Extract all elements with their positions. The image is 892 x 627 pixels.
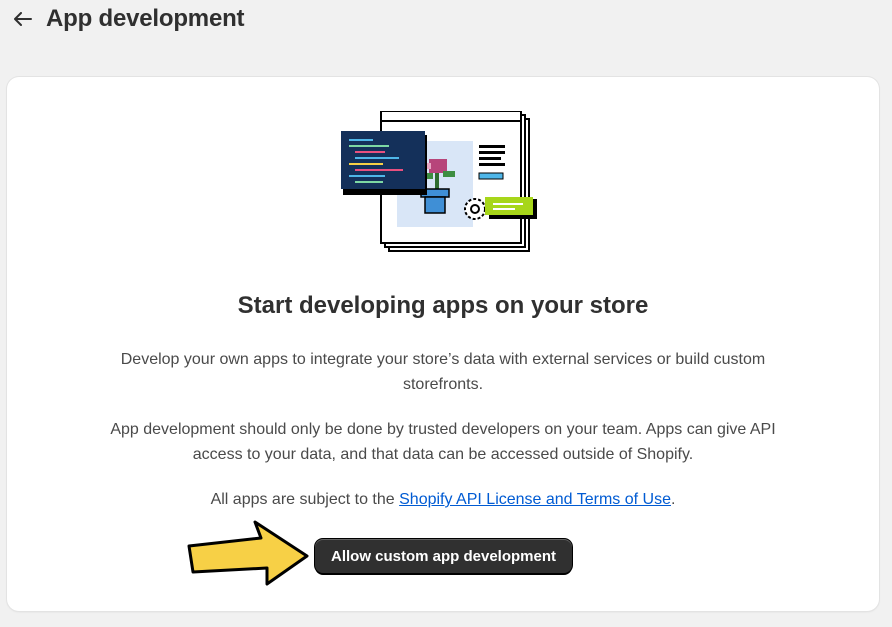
terms-suffix: . [670,491,676,508]
back-button[interactable] [10,6,36,32]
page-header: App development [0,0,892,40]
warning-paragraph: App development should only be done by t… [110,421,776,463]
allow-custom-app-development-button[interactable]: Allow custom app development [315,539,572,573]
terms-paragraph: All apps are subject to the Shopify API … [103,487,783,512]
empty-state-card: Start developing apps on your store Deve… [7,77,879,611]
arrow-left-icon [14,12,32,26]
empty-state-heading: Start developing apps on your store [237,292,649,319]
description-paragraph: Develop your own apps to integrate your … [120,351,766,393]
page-title: App development [46,5,245,32]
pointer-arrow-icon [187,520,309,586]
terms-prefix: All apps are subject to the [210,491,400,508]
api-license-link[interactable]: Shopify API License and Terms of Use [399,491,671,508]
app-development-illustration [341,111,537,252]
